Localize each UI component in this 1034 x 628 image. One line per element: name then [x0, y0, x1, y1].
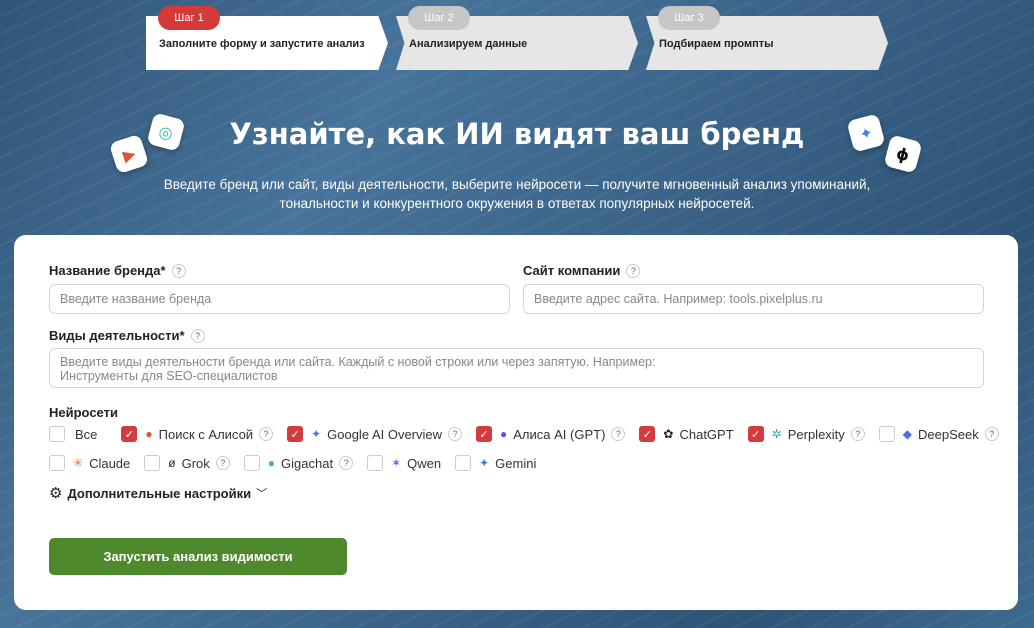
networks-label: Нейросети [49, 405, 118, 420]
alice-icon: ● [145, 427, 153, 441]
advanced-settings-toggle[interactable]: ⚙ Дополнительные настройки ﹀ [49, 484, 267, 502]
google-ai-icon: ✦ [311, 427, 322, 441]
step-2-label: Анализируем данные [409, 38, 528, 50]
network-all[interactable]: Все [49, 426, 107, 442]
gear-icon: ⚙ [49, 485, 63, 502]
network-alice-ai[interactable]: ✓ ● Алиса AI (GPT)? [476, 426, 626, 442]
checkbox[interactable]: ✓ [476, 426, 493, 442]
networks-row-2: ✳ Claude ø Grok? ● Gigachat? ✶ Qwen ✦ Gemini [49, 455, 550, 471]
checkbox[interactable] [144, 455, 161, 471]
deepseek-icon: ◆ [902, 427, 913, 441]
help-icon[interactable]: ? [448, 427, 463, 441]
activity-label: Виды деятельности*? [49, 328, 205, 343]
checkbox[interactable]: ✓ [287, 426, 304, 442]
help-icon[interactable]: ? [339, 456, 354, 470]
perplexity-icon: ✲ [771, 427, 782, 441]
claude-icon: ✳ [73, 456, 84, 470]
step-1-badge: Шаг 1 [158, 6, 220, 30]
help-icon[interactable]: ? [171, 263, 186, 278]
network-gigachat[interactable]: ● Gigachat? [243, 455, 354, 471]
checkbox[interactable] [243, 455, 260, 471]
help-icon[interactable]: ? [259, 427, 274, 441]
qwen-icon: ✶ [391, 456, 402, 470]
checkbox[interactable] [49, 455, 65, 471]
chatgpt-icon: ✿ [663, 427, 674, 441]
network-qwen[interactable]: ✶ Qwen [367, 455, 441, 471]
grok-icon: ø [168, 456, 176, 470]
checkbox[interactable] [455, 455, 472, 471]
analysis-form: Название бренда*? Введите название бренд… [14, 235, 1018, 610]
help-icon[interactable]: ? [626, 263, 641, 278]
network-grok[interactable]: ø Grok? [144, 455, 230, 471]
gemini-icon: ✦ [479, 456, 490, 470]
help-icon[interactable]: ? [190, 328, 205, 343]
checkbox[interactable] [49, 426, 65, 442]
page-subtitle: Введите бренд или сайт, виды деятельност… [163, 177, 871, 211]
site-label: Сайт компании? [523, 263, 641, 278]
step-1-label: Заполните форму и запустите анализ [159, 38, 365, 50]
page-title: Узнайте, как ИИ видят ваш бренд [229, 117, 805, 151]
alice-ai-icon: ● [500, 427, 508, 441]
step-2-badge: Шаг 2 [408, 6, 470, 30]
help-icon[interactable]: ? [215, 456, 230, 470]
brand-label: Название бренда*? [49, 263, 186, 278]
gigachat-icon: ● [267, 456, 276, 470]
help-icon[interactable]: ? [611, 427, 626, 441]
checkbox[interactable] [367, 455, 384, 471]
network-chatgpt[interactable]: ✓ ✿ ChatGPT [639, 426, 734, 442]
brand-input[interactable]: Введите название бренда [49, 284, 510, 314]
activity-textarea[interactable]: Введите виды деятельности бренда или сай… [49, 348, 984, 388]
step-3-badge: Шаг 3 [658, 6, 720, 30]
checkbox[interactable]: ✓ [747, 426, 764, 442]
network-alice-search[interactable]: ✓ ● Поиск с Алисой? [121, 426, 274, 442]
network-gemini[interactable]: ✦ Gemini [455, 455, 536, 471]
step-3-label: Подбираем промпты [659, 38, 774, 50]
network-deepseek[interactable]: ◆ DeepSeek? [878, 426, 999, 442]
network-claude[interactable]: ✳ Claude [49, 455, 130, 471]
help-icon[interactable]: ? [984, 427, 999, 441]
run-analysis-button[interactable]: Запустить анализ видимости [49, 538, 347, 575]
site-input[interactable]: Введите адрес сайта. Например: tools.pix… [523, 284, 984, 314]
checkbox[interactable]: ✓ [639, 426, 656, 442]
network-google-ai[interactable]: ✓ ✦ Google AI Overview? [287, 426, 463, 442]
checkbox[interactable] [878, 426, 895, 442]
chevron-down-icon: ﹀ [256, 488, 268, 500]
networks-row-1: Все ✓ ● Поиск с Алисой? ✓ ✦ Google AI Overvi… [49, 426, 1013, 442]
help-icon[interactable]: ? [850, 427, 865, 441]
checkbox[interactable]: ✓ [121, 426, 138, 442]
network-perplexity[interactable]: ✓ ✲ Perplexity? [747, 426, 865, 442]
